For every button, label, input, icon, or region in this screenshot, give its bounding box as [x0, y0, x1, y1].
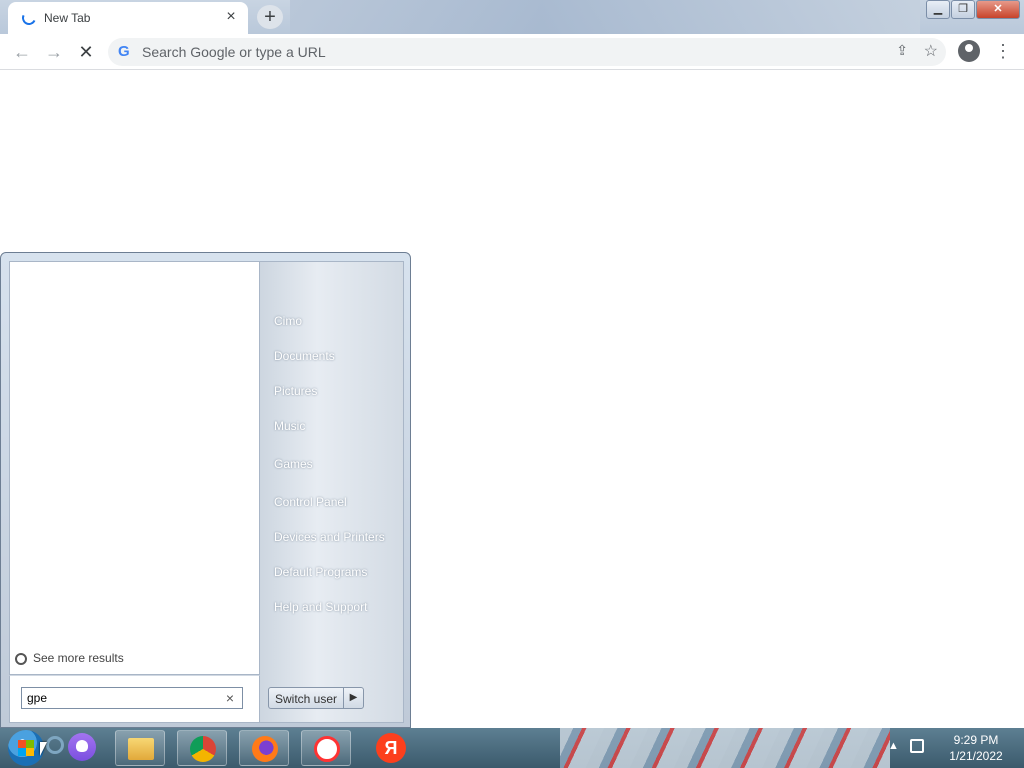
search-input-value: gpe: [27, 691, 48, 705]
start-menu: Сіmо Documents Pictures Music Games Cont…: [0, 252, 411, 728]
window-close-button[interactable]: ✕: [976, 0, 1020, 19]
restore-button[interactable]: ❐: [951, 0, 975, 19]
start-menu-right-pane: Сіmо Documents Pictures Music Games Cont…: [260, 261, 404, 723]
start-button[interactable]: [8, 730, 44, 766]
search-ring-icon[interactable]: [46, 736, 64, 754]
browser-toolbar: ← → ✕ G Search Google or type a URL ⇪ ☆ …: [0, 34, 1024, 70]
start-item-default-programs[interactable]: Default Programs: [274, 565, 367, 579]
new-tab-button[interactable]: +: [257, 5, 283, 29]
chrome-menu-icon[interactable]: ⋮: [994, 40, 1012, 62]
profile-avatar-icon[interactable]: [958, 40, 980, 62]
start-item-games[interactable]: Games: [274, 457, 313, 471]
network-icon[interactable]: [910, 739, 924, 753]
see-more-results-link[interactable]: See more results: [15, 651, 124, 665]
clock-date: 1/21/2022: [949, 749, 1003, 763]
taskbar-chrome[interactable]: [177, 730, 227, 766]
start-item-documents[interactable]: Documents: [274, 349, 335, 363]
clock[interactable]: 9:29 PM 1/21/2022: [934, 732, 1018, 764]
start-item-music[interactable]: Music: [274, 419, 305, 433]
bookmark-star-icon[interactable]: ☆: [924, 41, 938, 61]
start-item-help-support[interactable]: Help and Support: [274, 600, 367, 614]
tab-title: New Tab: [44, 11, 91, 25]
yandex-browser-icon: [314, 736, 340, 762]
switch-user-button[interactable]: Switch user ▶: [268, 687, 364, 709]
share-icon[interactable]: ⇪: [896, 42, 908, 59]
taskbar-yandex-browser[interactable]: [301, 730, 351, 766]
omnibox-placeholder[interactable]: Search Google or type a URL: [142, 44, 326, 60]
taskbar: Я ▲ 9:29 PM 1/21/2022: [0, 728, 1024, 768]
search-icon: [15, 652, 27, 665]
start-item-devices-printers[interactable]: Devices and Printers: [274, 530, 385, 544]
start-menu-results-pane: [9, 261, 260, 675]
tab-close-button[interactable]: ×: [222, 8, 240, 26]
mouse-cursor-icon: [40, 742, 47, 756]
folder-icon: [128, 738, 154, 760]
taskbar-explorer[interactable]: [115, 730, 165, 766]
taskbar-wallpaper: [560, 728, 890, 768]
window-controls: ▁ ❐ ✕: [925, 0, 1020, 20]
browser-title-bar: New Tab × + ▁ ❐ ✕: [0, 0, 1024, 34]
forward-button[interactable]: →: [42, 40, 66, 64]
switch-user-label: Switch user: [275, 692, 338, 706]
loading-spinner-icon: [20, 9, 38, 27]
wallpaper-peek: [290, 0, 920, 34]
omnibox[interactable]: G Search Google or type a URL ⇪ ☆: [108, 38, 946, 66]
show-hidden-icons-icon[interactable]: ▲: [888, 740, 899, 752]
start-item-pictures[interactable]: Pictures: [274, 384, 317, 398]
minimize-button[interactable]: ▁: [926, 0, 950, 19]
start-item-control-panel[interactable]: Control Panel: [274, 495, 347, 509]
start-search-input[interactable]: gpe ×: [21, 687, 243, 709]
tab-new-tab[interactable]: New Tab ×: [8, 2, 248, 34]
start-item-user[interactable]: Сіmо: [274, 314, 302, 328]
yandex-icon[interactable]: Я: [376, 733, 406, 763]
taskbar-firefox[interactable]: [239, 730, 289, 766]
clear-search-icon[interactable]: ×: [226, 690, 234, 706]
stop-loading-button[interactable]: ✕: [74, 40, 98, 64]
system-tray: ▲ 9:29 PM 1/21/2022: [884, 728, 1024, 768]
clock-time: 9:29 PM: [953, 733, 999, 747]
google-icon: G: [118, 43, 130, 60]
back-button[interactable]: ←: [10, 40, 34, 64]
windows-logo-icon: [18, 740, 34, 756]
alice-assistant-icon[interactable]: [68, 733, 96, 761]
chrome-icon: [190, 736, 216, 762]
see-more-label: See more results: [33, 651, 124, 665]
shutdown-options-arrow-icon[interactable]: ▶: [343, 688, 363, 708]
firefox-icon: [252, 736, 278, 762]
